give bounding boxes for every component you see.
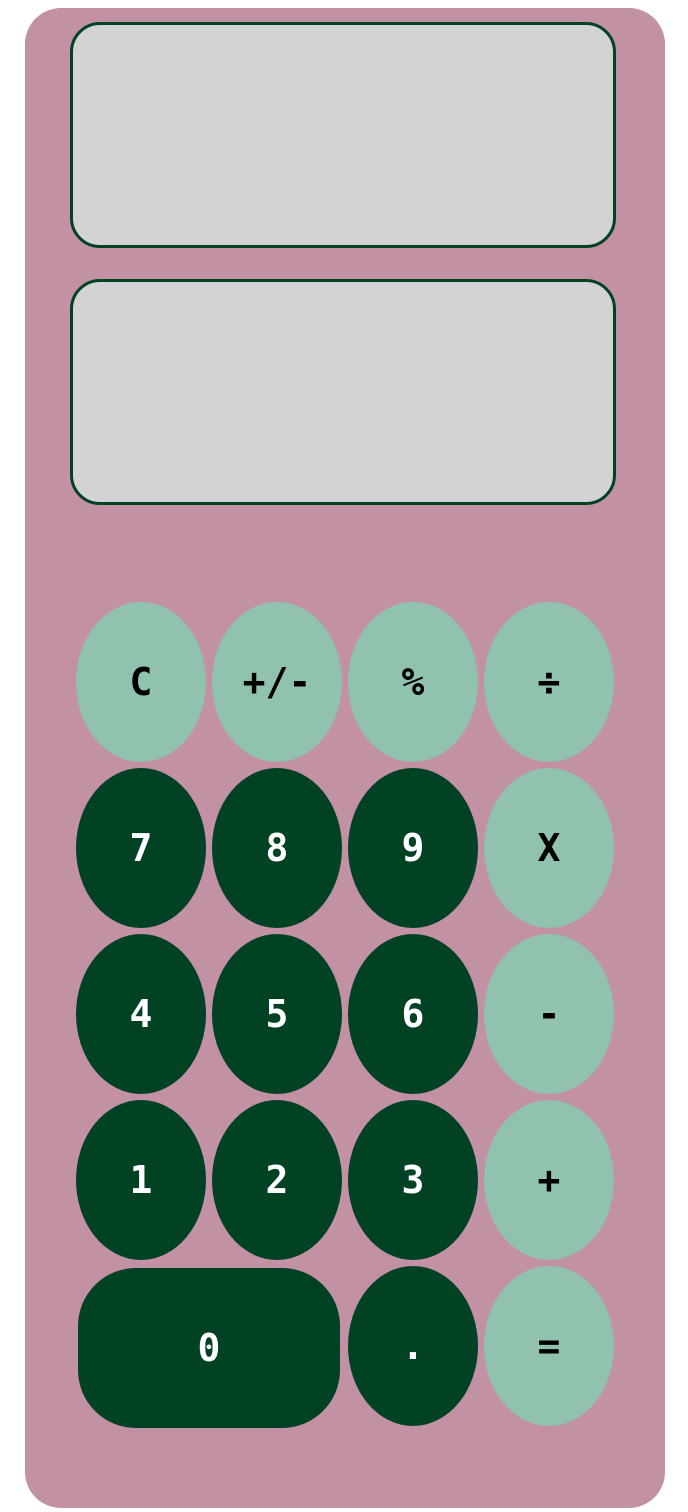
- digit-9-button[interactable]: 9: [348, 768, 478, 928]
- calculator-body: C +/- % ÷ 7 8 9 X 4 5 6 - 1 2 3 + 0 . =: [25, 8, 665, 1508]
- digit-6-button[interactable]: 6: [348, 934, 478, 1094]
- digit-8-button[interactable]: 8: [212, 768, 342, 928]
- digit-4-button[interactable]: 4: [76, 934, 206, 1094]
- digit-0-button[interactable]: 0: [78, 1268, 340, 1428]
- divide-button[interactable]: ÷: [484, 602, 614, 762]
- decimal-button[interactable]: .: [348, 1266, 478, 1426]
- digit-1-button[interactable]: 1: [76, 1100, 206, 1260]
- equals-button[interactable]: =: [484, 1266, 614, 1426]
- clear-button[interactable]: C: [76, 602, 206, 762]
- digit-3-button[interactable]: 3: [348, 1100, 478, 1260]
- result-display: [70, 279, 616, 505]
- subtract-button[interactable]: -: [484, 934, 614, 1094]
- expression-display: [70, 22, 616, 248]
- add-button[interactable]: +: [484, 1100, 614, 1260]
- percent-button[interactable]: %: [348, 602, 478, 762]
- digit-7-button[interactable]: 7: [76, 768, 206, 928]
- multiply-button[interactable]: X: [484, 768, 614, 928]
- digit-2-button[interactable]: 2: [212, 1100, 342, 1260]
- digit-5-button[interactable]: 5: [212, 934, 342, 1094]
- sign-toggle-button[interactable]: +/-: [212, 602, 342, 762]
